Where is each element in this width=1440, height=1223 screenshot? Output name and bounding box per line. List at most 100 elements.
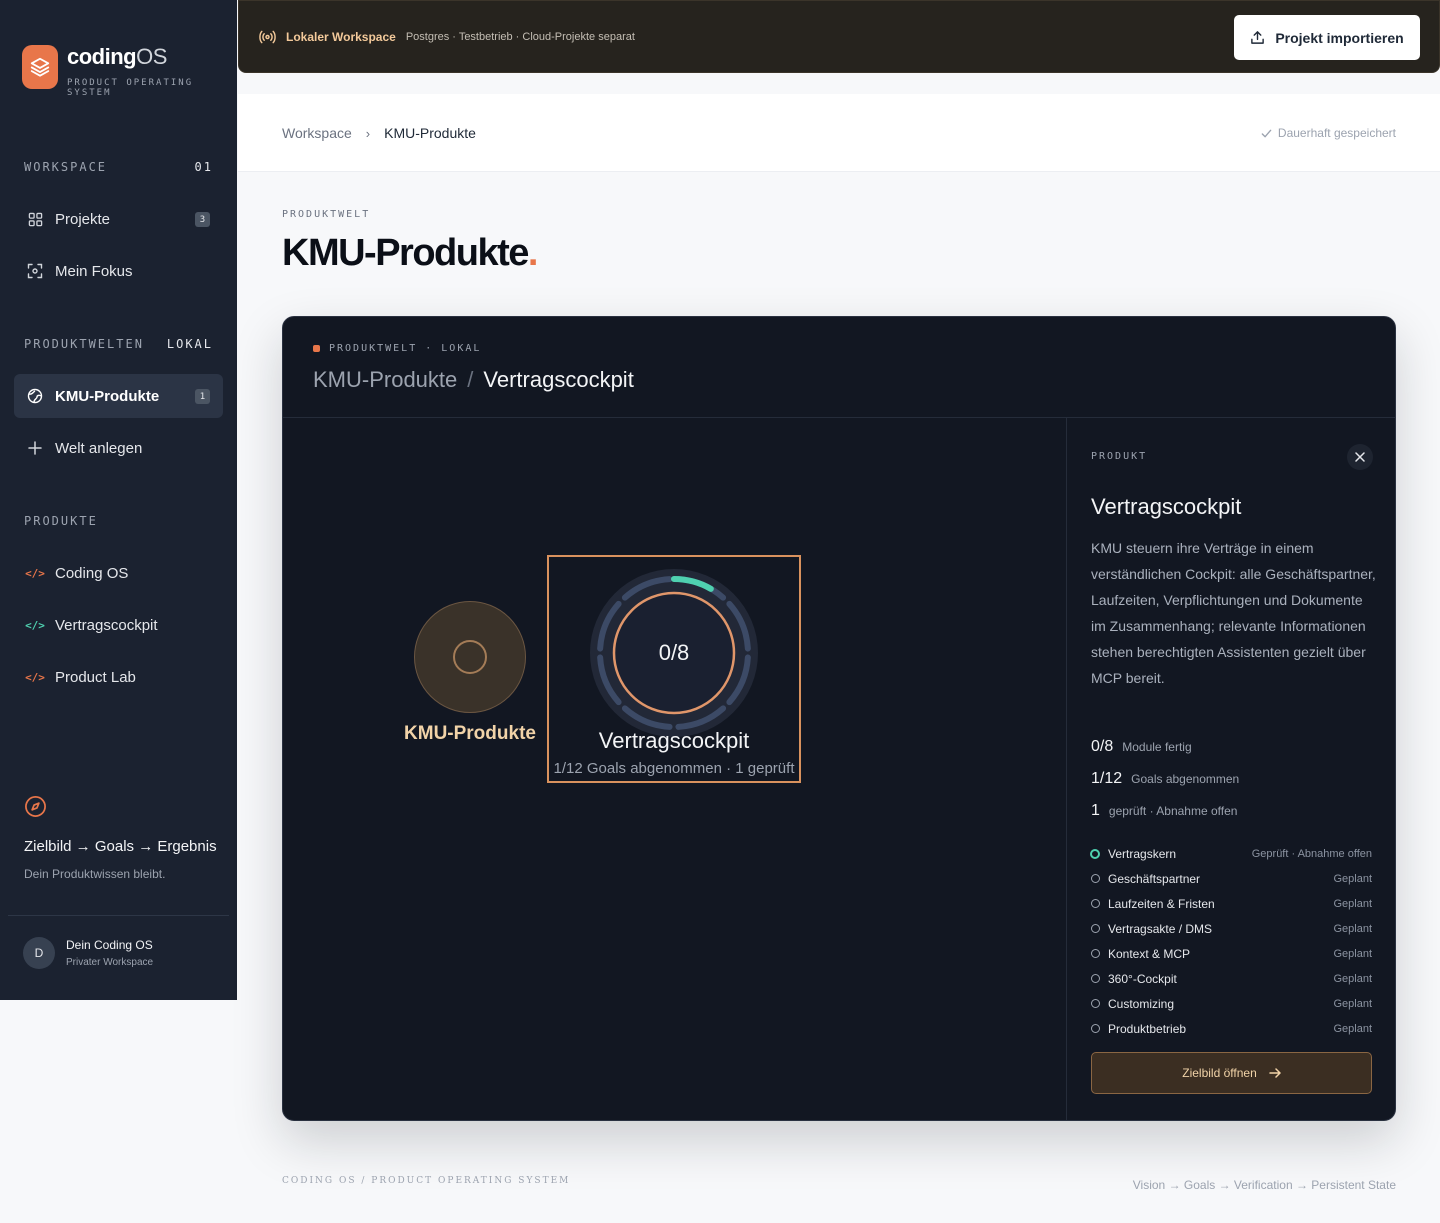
breadcrumb-current: KMU-Produkte [384,125,476,141]
sidebar-item-label: KMU-Produkte [55,387,160,405]
card-title-current: Vertragscockpit [483,367,634,392]
sidebar-item-projekte[interactable]: Projekte 3 [14,197,223,241]
workspace-count: 01 [194,160,213,174]
code-icon: </> [25,618,45,632]
layers-icon [22,45,58,89]
breadcrumb-workspace[interactable]: Workspace [282,125,352,141]
breadcrumb: Workspace › KMU-Produkte [282,125,476,141]
sidebar-divider [8,915,229,916]
status-circle-icon [1091,1024,1100,1033]
list-item[interactable]: Vertragsakte / DMS Geplant [1091,916,1372,941]
import-project-label: Projekt importieren [1275,29,1404,46]
status-dot [313,345,320,352]
list-item[interactable]: Geschäftspartner Geplant [1091,866,1372,891]
product-world-card: PRODUKTWELT · LOKAL KMU-Produkte / Vertr… [282,316,1396,1121]
sidebar-item-label: Coding OS [55,564,129,582]
check-icon [1261,128,1272,139]
arrow-right-icon [1269,1067,1281,1079]
status-circle-icon [1091,999,1100,1008]
grid-icon [26,210,44,228]
user-name: Dein Coding OS [66,938,153,952]
open-vision-label: Zielbild öffnen [1182,1066,1257,1080]
brand[interactable]: codingOS PRODUCT OPERATING SYSTEM [22,45,197,98]
code-icon: </> [25,566,45,580]
sidebar-item-coding-os[interactable]: </> Coding OS [14,551,223,595]
panel-eyebrow: PRODUKT [1091,451,1148,462]
count-badge: 1 [195,389,210,404]
import-project-button[interactable]: Projekt importieren [1234,15,1420,60]
sidebar-item-vertragscockpit[interactable]: </> Vertragscockpit [14,603,223,647]
footer-brand: CODING OS / PRODUCT OPERATING SYSTEM [282,1176,571,1186]
status-circle-icon [1090,848,1100,859]
product-node-sub: 1/12 Goals abgenommen · 1 geprüft [553,760,795,777]
globe-icon [26,387,44,405]
product-node-label: Vertragscockpit [598,728,750,753]
workspace-title: Lokaler Workspace [286,29,396,44]
close-button[interactable] [1347,444,1373,470]
user-profile[interactable]: D Dein Coding OS Privater Workspace [23,937,153,969]
status-circle-icon [1091,899,1100,908]
footer-flow: Vision → Goals → Verification → Persiste… [1132,1178,1396,1192]
brand-tagline: PRODUCT OPERATING SYSTEM [67,78,194,98]
list-item[interactable]: Kontext & MCP Geplant [1091,941,1372,966]
world-node-label: KMU-Produkte [404,723,536,744]
list-item[interactable]: 360°-Cockpit Geplant [1091,966,1372,991]
compass-icon [24,795,224,823]
code-icon: </> [25,670,45,684]
workspace-section-label: WORKSPACE 01 [24,160,213,174]
produkte-section-label: PRODUKTE [24,514,98,528]
save-status: Dauerhaft gespeichert [1261,126,1396,140]
breadcrumb-bar: Workspace › KMU-Produkte Dauerhaft gespe… [238,94,1440,172]
stat-goals: 1/12 Goals abgenommen [1091,770,1240,787]
workspace-subtitle: Postgres · Testbetrieb · Cloud-Projekte … [405,30,635,43]
lokal-tag: LOKAL [166,337,213,351]
page-eyebrow: PRODUKTWELT [282,209,371,220]
world-node[interactable] [414,601,526,713]
open-vision-button[interactable]: Zielbild öffnen [1091,1052,1372,1094]
world-node-core [453,640,487,674]
panel-description: KMU steuern ihre Verträge in einem verst… [1091,540,1376,686]
sidebar-item-product-lab[interactable]: </> Product Lab [14,655,223,699]
sidebar-item-label: Mein Fokus [55,262,133,280]
status-circle-icon [1091,924,1100,933]
module-list: Vertragskern Geprüft · Abnahme offen Gesc… [1090,841,1372,1041]
list-item[interactable]: Vertragskern Geprüft · Abnahme offen [1090,841,1372,866]
sidebar-item-label: Projekte [55,210,111,228]
status-circle-icon [1091,949,1100,958]
avatar: D [23,937,55,969]
vision-title: Zielbild → Goals → Ergebnis [24,838,217,855]
product-detail-panel: PRODUKT Vertragscockpit KMU steuern ihre… [1066,418,1395,1120]
stat-modules: 0/8 Module fertig [1091,738,1192,755]
status-circle-icon [1091,874,1100,883]
upload-icon [1250,30,1265,45]
sidebar-item-mein-fokus[interactable]: Mein Fokus [14,249,223,293]
brand-name: codingOS [67,44,167,69]
signal-icon [259,30,276,44]
add-world-button[interactable]: Welt anlegen [14,426,223,470]
count-badge: 3 [195,212,210,227]
panel-title: Vertragscockpit [1091,494,1242,519]
sidebar-item-label: Vertragscockpit [55,616,158,634]
vision-box: Zielbild → Goals → Ergebnis Dein Produkt… [24,795,224,881]
list-item[interactable]: Produktbetrieb Geplant [1091,1016,1372,1041]
list-item[interactable]: Customizing Geplant [1091,991,1372,1016]
list-item[interactable]: Laufzeiten & Fristen Geplant [1091,891,1372,916]
product-node-count: 0/8 [658,640,690,665]
user-subtitle: Privater Workspace [66,957,154,968]
add-world-label: Welt anlegen [55,439,143,457]
card-eyebrow: PRODUKTWELT · LOKAL [313,343,481,354]
workspace-banner: Lokaler Workspace Postgres · Testbetrieb… [238,0,1440,73]
focus-icon [26,262,44,280]
sidebar-item-kmu-produkte[interactable]: KMU-Produkte 1 [14,374,223,418]
card-title: KMU-Produkte / Vertragscockpit [313,367,634,393]
card-title-parent[interactable]: KMU-Produkte [313,367,457,393]
graph-canvas[interactable]: KMU-Produkte 0/8 Vertragscockpit 1/12 Go… [283,418,1066,1120]
stat-verified: 1 geprüft · Abnahme offen [1091,802,1238,819]
close-icon [1355,452,1365,462]
sidebar: codingOS PRODUCT OPERATING SYSTEM WORKSP… [0,0,237,1000]
status-circle-icon [1091,974,1100,983]
card-header: PRODUKTWELT · LOKAL KMU-Produkte / Vertr… [283,317,1395,418]
page-title: KMU-Produkte. [282,232,538,274]
breadcrumb-separator: › [365,125,371,141]
sidebar-item-label: Product Lab [55,668,136,686]
